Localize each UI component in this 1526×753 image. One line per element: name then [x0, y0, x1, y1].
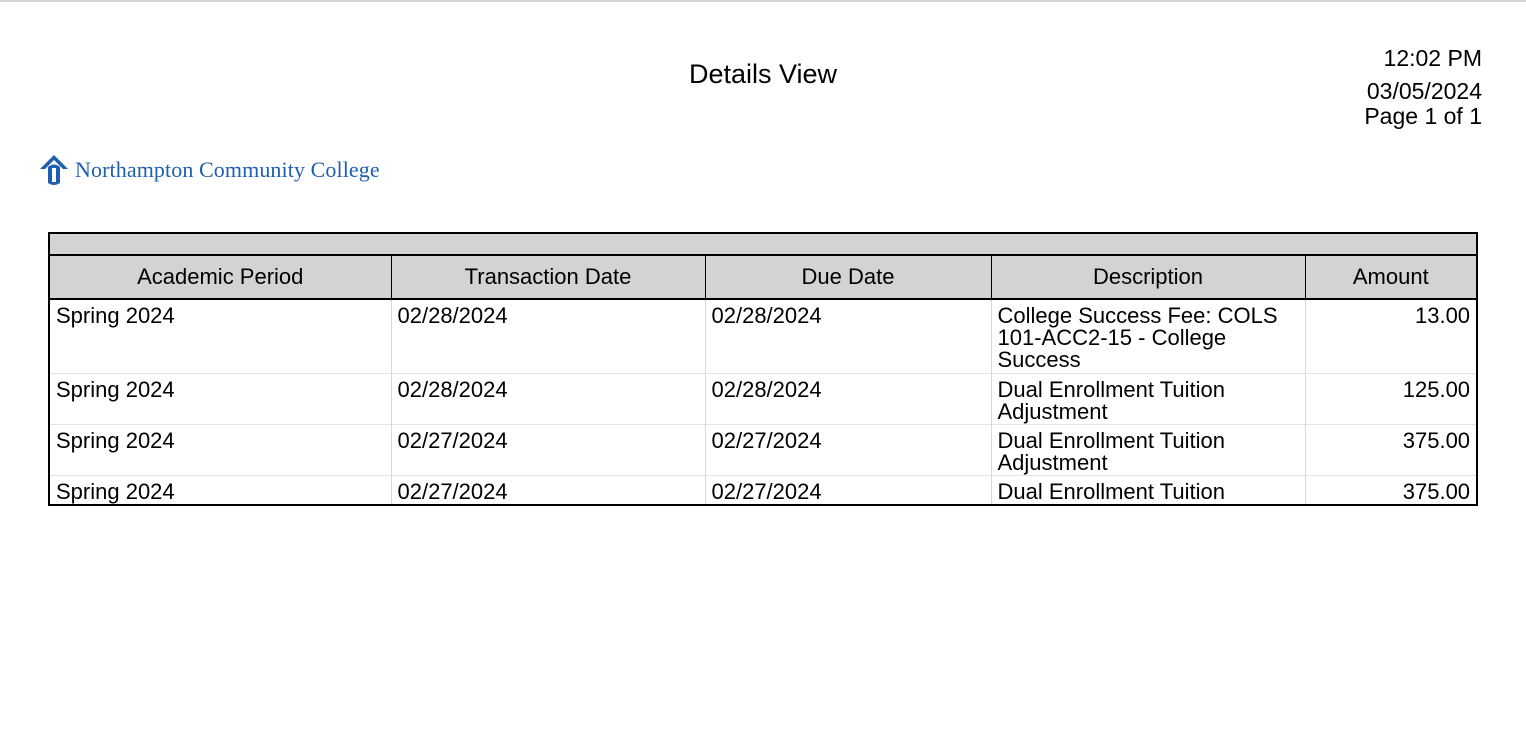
column-header-academic-period: Academic Period — [49, 255, 391, 300]
table-row: Spring 2024 02/28/2024 02/28/2024 Colleg… — [49, 299, 1478, 373]
cell-academic-period: Spring 2024 — [56, 303, 175, 328]
table-row: Spring 2024 02/27/2024 02/27/2024 Dual E… — [49, 423, 1478, 475]
cell-transaction-date: 02/28/2024 — [390, 372, 705, 424]
cell-description: Dual Enrollment Tuition Adjustment — [990, 423, 1305, 475]
cell-transaction-date: 02/27/2024 — [390, 474, 705, 505]
table-row: Spring 2024 02/28/2024 02/28/2024 Dual E… — [49, 372, 1478, 424]
cell-due-date: 02/27/2024 — [704, 423, 991, 475]
cell-academic-period: Spring 2024 — [49, 423, 391, 475]
cell-amount: 13.00 — [1304, 299, 1478, 373]
cell-due-date: 02/28/2024 — [704, 372, 991, 424]
table-band — [49, 233, 1478, 256]
column-header-transaction-date: Transaction Date — [390, 255, 705, 300]
cell-transaction-date: 02/27/2024 — [390, 423, 705, 475]
table-row: Spring 2024 02/27/2024 02/27/2024 Dual E… — [49, 474, 1478, 505]
report-date: 03/05/2024 — [1366, 78, 1482, 104]
cell-amount: 375.00 — [1304, 474, 1478, 505]
cell-transaction-date: 02/28/2024 — [390, 299, 705, 373]
cell-due-date: 02/28/2024 — [704, 299, 991, 373]
cell-amount: 375.00 — [1304, 423, 1478, 475]
college-logo: Northampton Community College — [37, 153, 380, 187]
cell-description: College Success Fee: COLS 101-ACC2-15 - … — [990, 299, 1305, 373]
cell-description: Dual Enrollment Tuition — [990, 474, 1305, 505]
college-name: Northampton Community College — [75, 157, 380, 182]
table-header-row: Academic Period Transaction Date Due Dat… — [49, 255, 1478, 300]
cell-amount: 125.00 — [1304, 372, 1478, 424]
report-meta: 12:02 PM 03/05/2024 Page 1 of 1 — [1364, 46, 1482, 129]
report-time: 12:02 PM — [1383, 45, 1482, 71]
cell-academic-period: Spring 2024 — [49, 474, 391, 505]
top-divider — [0, 0, 1526, 2]
ncc-logo-icon — [40, 155, 68, 185]
column-header-description: Description — [990, 255, 1305, 300]
cell-due-date: 02/27/2024 — [704, 474, 991, 505]
cell-academic-period: Spring 2024 — [49, 372, 391, 424]
report-title: Details View — [688, 59, 838, 89]
cell-description: Dual Enrollment Tuition Adjustment — [990, 372, 1305, 424]
column-header-due-date: Due Date — [704, 255, 991, 300]
column-header-amount: Amount — [1304, 255, 1478, 300]
page-indicator: Page 1 of 1 — [1364, 103, 1482, 129]
details-table: Academic Period Transaction Date Due Dat… — [48, 232, 1479, 506]
